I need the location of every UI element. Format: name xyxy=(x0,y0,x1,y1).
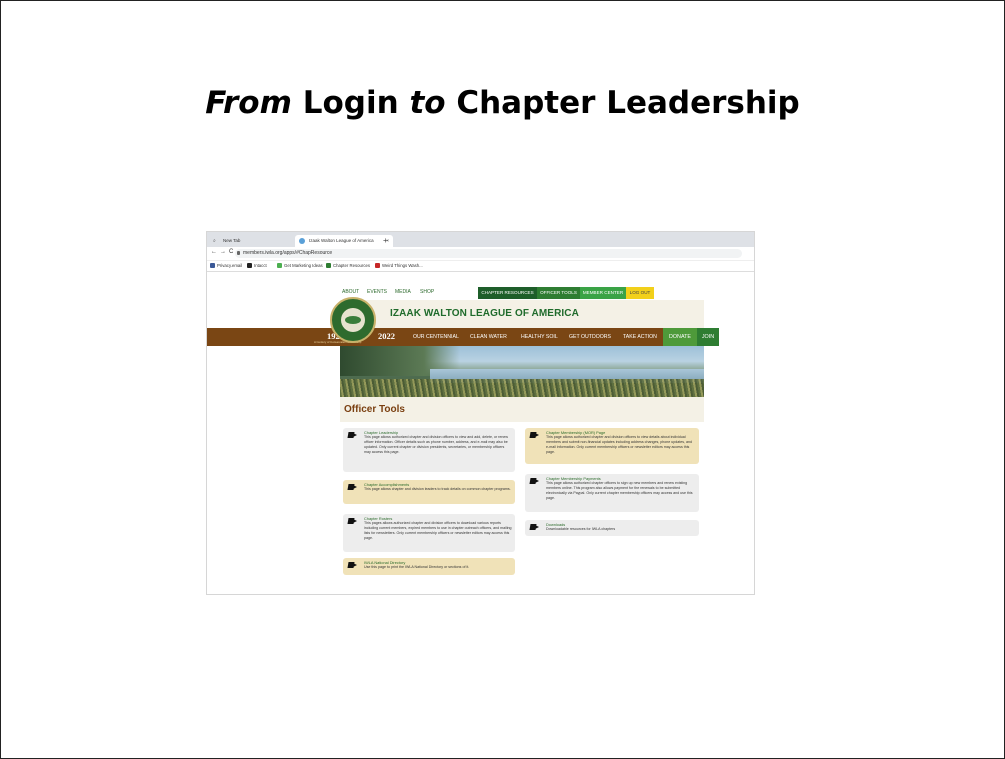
tool-card-downloads[interactable]: Downloads Downloadable resources for IWL… xyxy=(525,520,699,536)
globe-icon xyxy=(299,238,305,244)
donate-button[interactable]: DONATE xyxy=(663,328,697,346)
megaphone-icon xyxy=(348,432,357,438)
log-out-button[interactable]: LOG OUT xyxy=(626,287,654,299)
tool-description: This page allows authorized chapter offi… xyxy=(546,481,693,500)
bookmark-item[interactable]: Privacy.email xyxy=(210,263,242,269)
tool-card-membership-payments[interactable]: Chapter Membership Payments This page al… xyxy=(525,474,699,512)
tool-card-accomplishments[interactable]: Chapter Accomplishments This page allows… xyxy=(343,480,515,504)
megaphone-icon xyxy=(530,478,539,484)
bookmark-item[interactable]: Intacct xyxy=(247,263,267,269)
title-to: to xyxy=(409,85,446,121)
tab-label: Izaak Walton League of America xyxy=(309,238,374,243)
address-bar[interactable]: members.iwla.org/apps/#ChapResource xyxy=(235,249,742,258)
search-icon: ⌕ xyxy=(213,238,216,244)
main-nav-bar: 1922 2022 A Century of Conservation Lead… xyxy=(207,328,719,346)
bookmark-item[interactable]: Get Marketing Ideas xyxy=(277,263,323,269)
megaphone-icon xyxy=(348,518,357,524)
bookmarks-bar: Privacy.email Intacct Get Marketing Idea… xyxy=(207,261,754,272)
tool-card-chapter-leadership[interactable]: Chapter Leadership This page allows auth… xyxy=(343,428,515,472)
megaphone-icon xyxy=(348,484,357,490)
tool-description: This page allows chapter and division le… xyxy=(364,487,511,491)
nav-get-outdoors[interactable]: GET OUTDOORS xyxy=(569,334,611,340)
tool-description: Use this page to print the IWLA National… xyxy=(364,565,470,569)
tab-new-tab[interactable]: ⌕ New Tab × xyxy=(209,235,307,247)
nav-about[interactable]: ABOUT xyxy=(342,289,359,295)
lock-icon xyxy=(237,251,240,255)
org-name[interactable]: IZAAK WALTON LEAGUE OF AMERICA xyxy=(390,308,579,319)
year-end: 2022 xyxy=(378,331,395,341)
nav-media[interactable]: MEDIA xyxy=(395,289,411,295)
chapter-resources-button[interactable]: CHAPTER RESOURCES xyxy=(478,287,537,299)
tool-card-chapter-rosters[interactable]: Chapter Rosters This pages allows author… xyxy=(343,514,515,552)
tool-description: This page allows authorized chapter and … xyxy=(364,435,508,454)
nav-our-centennial[interactable]: OUR CENTENNIAL xyxy=(413,334,459,340)
browser-screenshot: ⌕ New Tab × Izaak Walton League of Ameri… xyxy=(206,231,755,595)
nav-shop[interactable]: SHOP xyxy=(420,289,434,295)
title-rest: Chapter Leadership xyxy=(456,85,800,121)
officer-tools-button[interactable]: OFFICER TOOLS xyxy=(537,287,580,299)
tool-card-national-directory[interactable]: IWLA National Directory Use this page to… xyxy=(343,558,515,575)
member-center-button[interactable]: MEMBER CENTER xyxy=(580,287,626,299)
megaphone-icon xyxy=(530,432,539,438)
site-top-nav: ABOUT EVENTS MEDIA SHOP CHAPTER RESOURCE… xyxy=(207,287,754,300)
megaphone-icon xyxy=(348,562,357,568)
browser-tab-bar: ⌕ New Tab × Izaak Walton League of Ameri… xyxy=(207,232,754,247)
slide-title: From Login to Chapter Leadership xyxy=(1,85,1004,121)
tool-description: This pages allows authorized chapter and… xyxy=(364,521,512,540)
join-button[interactable]: JOIN xyxy=(697,328,719,346)
title-login: Login xyxy=(302,85,399,121)
nav-clean-water[interactable]: CLEAN WATER xyxy=(470,334,507,340)
slide: From Login to Chapter Leadership → ⌕ New… xyxy=(0,0,1005,759)
tab-label: New Tab xyxy=(223,238,241,243)
tool-description: This page allows authorized chapter and … xyxy=(546,435,693,454)
nav-buttons[interactable]: ←→C xyxy=(211,249,236,255)
address-row: ←→C members.iwla.org/apps/#ChapResource xyxy=(207,247,754,261)
url-text: members.iwla.org/apps/#ChapResource xyxy=(243,250,333,256)
iwla-logo[interactable] xyxy=(330,297,376,343)
bookmark-item[interactable]: Weird Things Wash... xyxy=(375,263,423,269)
bookmark-item[interactable]: Chapter Resources xyxy=(326,263,370,269)
nav-healthy-soil[interactable]: HEALTHY SOIL xyxy=(521,334,558,340)
tab-iwla[interactable]: Izaak Walton League of America × xyxy=(295,235,393,247)
title-from: From xyxy=(205,85,292,121)
section-header: Officer Tools xyxy=(340,397,704,422)
tool-description: Downloadable resources for IWLA chapters xyxy=(546,527,616,531)
megaphone-icon xyxy=(530,524,539,530)
nav-events[interactable]: EVENTS xyxy=(367,289,387,295)
section-title: Officer Tools xyxy=(344,404,405,415)
nav-take-action[interactable]: TAKE ACTION xyxy=(623,334,657,340)
new-tab-plus-icon[interactable]: + xyxy=(383,235,388,247)
tool-card-membership-mor[interactable]: Chapter Membership (MOR) Page This page … xyxy=(525,428,699,464)
lake-banner-image xyxy=(340,346,704,397)
